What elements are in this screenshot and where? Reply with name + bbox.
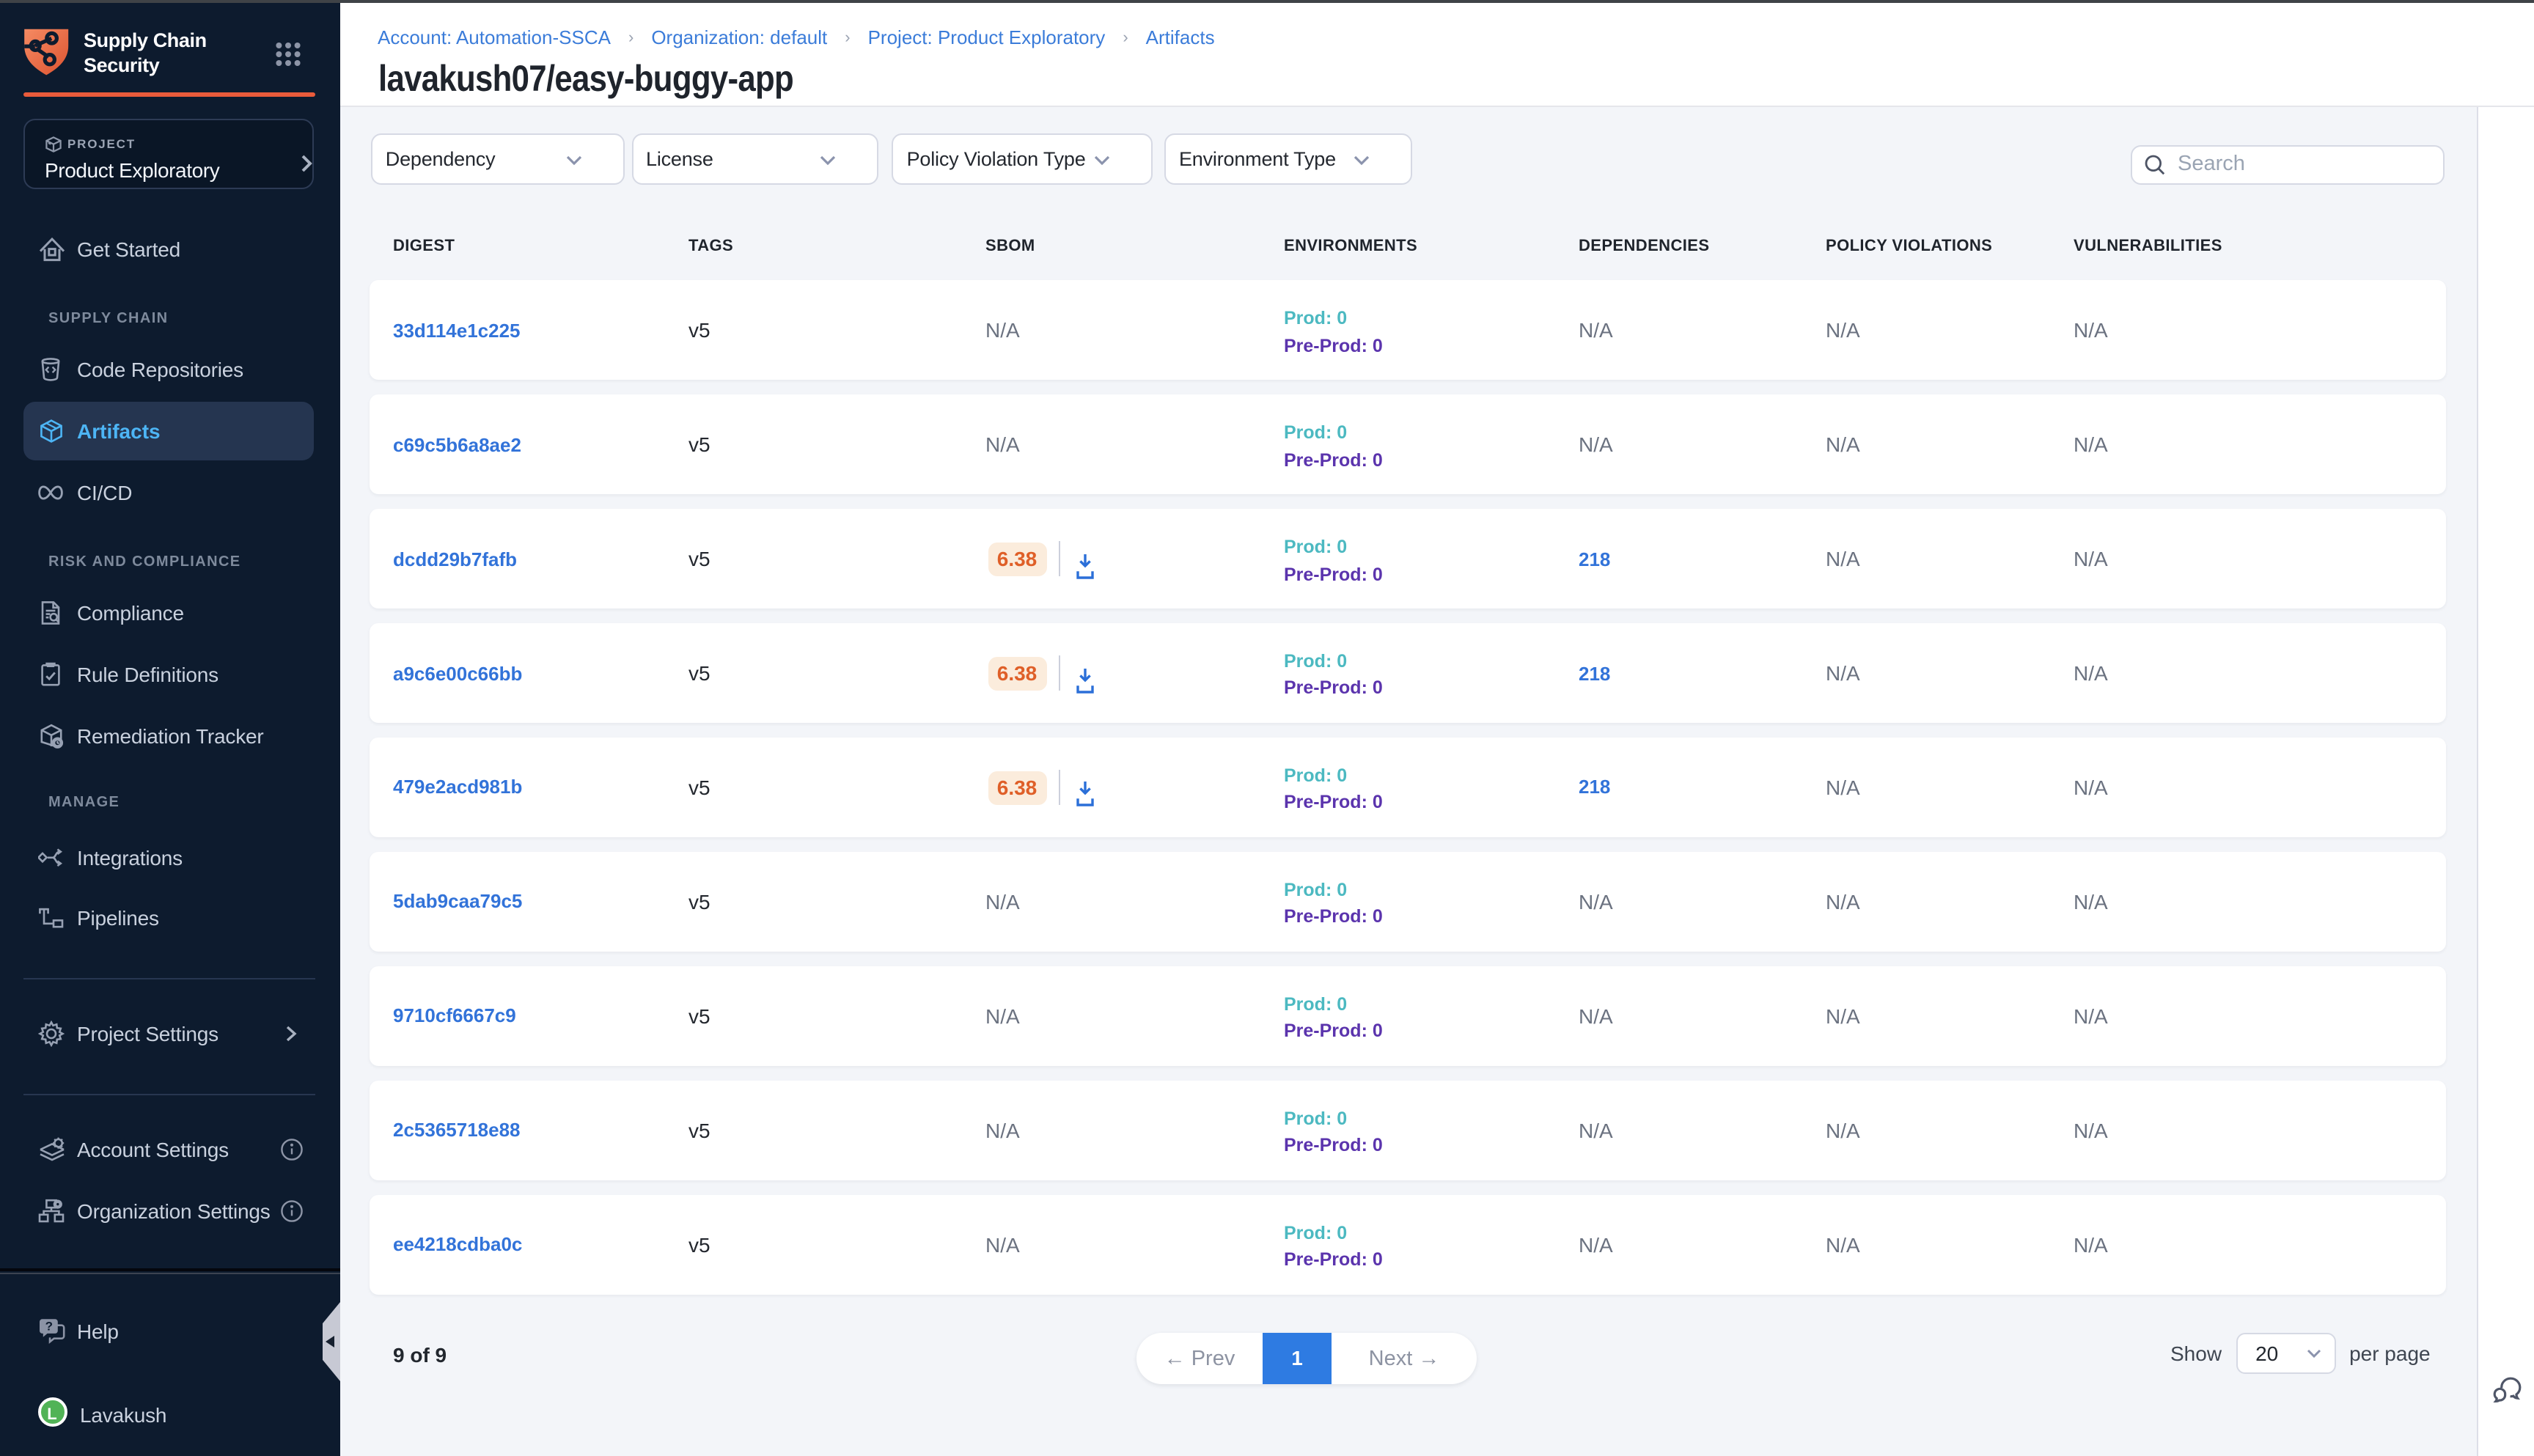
svg-text:?: ? bbox=[45, 1320, 53, 1334]
